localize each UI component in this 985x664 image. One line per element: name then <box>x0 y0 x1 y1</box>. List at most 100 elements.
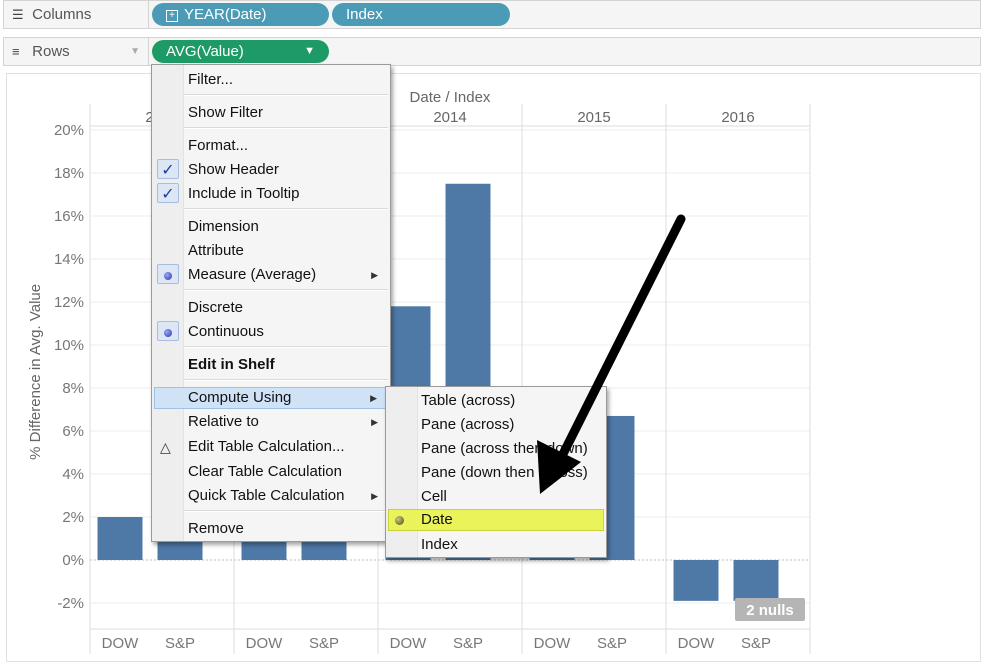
nulls-indicator-label: 2 nulls <box>746 602 794 619</box>
y-tick-label: 4% <box>62 466 84 483</box>
menu-item-label: Dimension <box>188 218 259 235</box>
menu-item-quick-table-calculation[interactable]: Quick Table Calculation ▶ <box>154 485 388 507</box>
menu-item-dimension[interactable]: Dimension <box>154 216 388 238</box>
y-tick-label: 12% <box>54 294 84 311</box>
compute-option-cell[interactable]: Cell <box>388 486 604 508</box>
submenu-arrow-icon: ▶ <box>371 417 378 427</box>
x-category-label: S&P <box>741 635 771 652</box>
menu-item-label: Attribute <box>188 242 244 259</box>
menu-item-label: Quick Table Calculation <box>188 487 345 504</box>
table-calculation-delta-icon: △ <box>160 439 171 455</box>
bar-2012-dow <box>97 517 143 560</box>
avg-value-pill[interactable]: AVG(Value) ▼ <box>152 40 329 63</box>
y-tick-label: 20% <box>54 122 84 139</box>
submenu-arrow-icon: ▶ <box>371 270 378 280</box>
submenu-arrow-icon: ▶ <box>370 393 377 403</box>
x-category-label: DOW <box>246 635 284 652</box>
y-tick-label: 16% <box>54 208 84 225</box>
menu-separator <box>184 346 388 348</box>
menu-item-label: Edit Table Calculation... <box>188 438 345 455</box>
year-header-2015: 2015 <box>577 109 610 126</box>
x-category-label: DOW <box>678 635 716 652</box>
menu-item-label: Include in Tooltip <box>188 185 300 202</box>
y-tick-label: 6% <box>62 423 84 440</box>
menu-item-label: Discrete <box>188 299 244 316</box>
pill-context-menu: Filter... Show Filter Format... ✓ Show Heade… <box>151 64 391 542</box>
y-tick-label: 2% <box>62 509 84 526</box>
compute-option-label: Index <box>421 536 458 553</box>
menu-item-relative-to[interactable]: Relative to ▶ <box>154 411 388 433</box>
submenu-arrow-icon: ▶ <box>371 491 378 501</box>
menu-item-show-header[interactable]: ✓ Show Header <box>154 159 388 181</box>
year-header-2016: 2016 <box>721 109 754 126</box>
compute-option-label: Pane (across then down) <box>421 440 588 457</box>
x-category-label: DOW <box>390 635 428 652</box>
columns-shelf-label: ☰ Columns <box>4 1 149 28</box>
y-tick-label: -2% <box>57 595 84 612</box>
menu-item-label: Show Filter <box>188 104 264 121</box>
checkmark-icon: ✓ <box>157 159 179 179</box>
bar-2016-dow <box>673 560 719 601</box>
expand-plus-icon[interactable]: + <box>166 10 178 22</box>
menu-item-label: Continuous <box>188 323 264 340</box>
x-category-label: S&P <box>453 635 483 652</box>
menu-item-format[interactable]: Format... <box>154 135 388 157</box>
x-category-label: DOW <box>534 635 572 652</box>
rows-shelf-label: ≡ Rows ▼ <box>4 38 149 65</box>
menu-item-label: Format... <box>188 137 249 154</box>
compute-option-index[interactable]: Index <box>388 534 604 556</box>
x-category-label: S&P <box>597 635 627 652</box>
rows-icon: ≡ <box>12 44 20 59</box>
compute-option-date[interactable]: Date <box>388 509 604 531</box>
menu-item-label: Relative to <box>188 413 259 430</box>
index-pill[interactable]: Index <box>332 3 510 26</box>
menu-item-label: Show Header <box>188 161 279 178</box>
y-tick-label: 14% <box>54 251 84 268</box>
checkmark-icon: ✓ <box>157 183 179 203</box>
x-category-label: S&P <box>309 635 339 652</box>
menu-item-compute-using[interactable]: Compute Using ▶ <box>154 387 388 409</box>
compute-option-pane-down-then-across[interactable]: Pane (down then across) <box>388 462 604 484</box>
menu-separator <box>184 94 388 96</box>
compute-option-label: Pane (down then across) <box>421 464 588 481</box>
compute-option-pane-across[interactable]: Pane (across) <box>388 414 604 436</box>
menu-item-remove[interactable]: Remove <box>154 518 388 540</box>
y-tick-label: 18% <box>54 165 84 182</box>
x-category-label: DOW <box>102 635 140 652</box>
compute-option-pane-across-then-down[interactable]: Pane (across then down) <box>388 438 604 460</box>
menu-item-edit-in-shelf[interactable]: Edit in Shelf <box>154 354 388 376</box>
menu-separator <box>184 208 388 210</box>
menu-item-label: Compute Using <box>188 389 292 406</box>
pill-dropdown-icon[interactable]: ▼ <box>304 40 315 63</box>
y-tick-label: 0% <box>62 552 84 569</box>
menu-separator <box>184 510 388 512</box>
radio-selected-icon <box>395 516 404 525</box>
menu-item-label: Measure (Average) <box>188 266 317 283</box>
rows-shelf: ≡ Rows ▼ AVG(Value) ▼ <box>3 37 981 66</box>
y-tick-label: 10% <box>54 337 84 354</box>
menu-separator <box>184 289 388 291</box>
menu-item-edit-table-calculation[interactable]: △ Edit Table Calculation... <box>154 436 388 458</box>
menu-separator <box>184 379 388 381</box>
compute-using-submenu: Table (across) Pane (across) Pane (across … <box>385 386 607 558</box>
year-date-pill[interactable]: + YEAR(Date) <box>152 3 329 26</box>
menu-item-clear-table-calculation[interactable]: Clear Table Calculation <box>154 461 388 483</box>
compute-option-label: Table (across) <box>421 392 516 409</box>
chart-title: Date / Index <box>410 89 491 106</box>
menu-item-label: Filter... <box>188 71 234 88</box>
menu-item-label: Clear Table Calculation <box>188 463 342 480</box>
radio-selected-icon <box>157 264 179 284</box>
columns-icon: ☰ <box>12 7 24 22</box>
menu-item-attribute[interactable]: Attribute <box>154 240 388 262</box>
menu-item-label: Edit in Shelf <box>188 356 275 373</box>
compute-option-table-across[interactable]: Table (across) <box>388 390 604 412</box>
menu-item-measure-average[interactable]: Measure (Average) ▶ <box>154 264 388 286</box>
menu-item-continuous[interactable]: Continuous <box>154 321 388 343</box>
radio-selected-icon <box>157 321 179 341</box>
menu-item-discrete[interactable]: Discrete <box>154 297 388 319</box>
menu-item-show-filter[interactable]: Show Filter <box>154 102 388 124</box>
menu-item-include-in-tooltip[interactable]: ✓ Include in Tooltip <box>154 183 388 205</box>
compute-option-label: Date <box>421 511 453 528</box>
shelf-dropdown-icon[interactable]: ▼ <box>130 38 140 65</box>
menu-item-filter[interactable]: Filter... <box>154 69 388 91</box>
